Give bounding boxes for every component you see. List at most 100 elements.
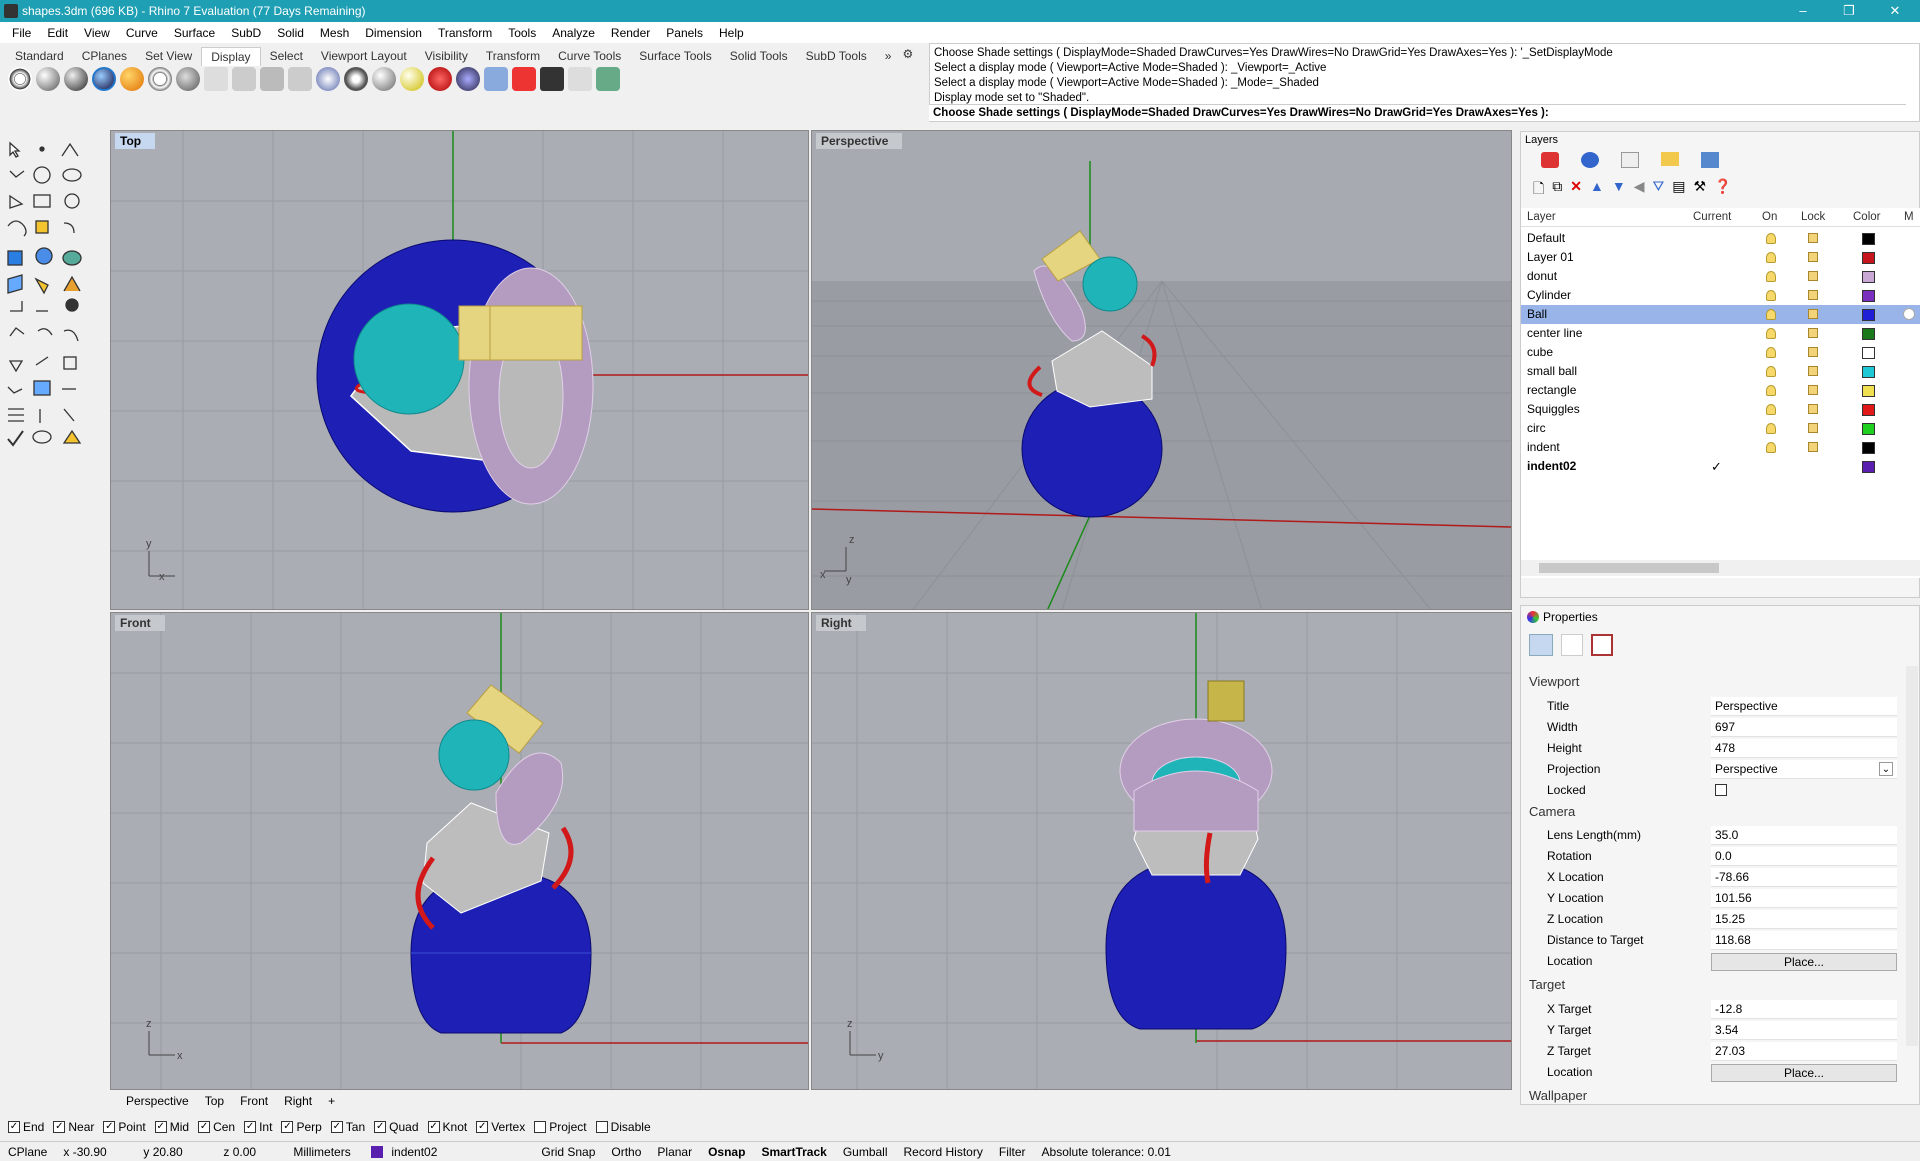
viewport-tab-perspective[interactable]: Perspective bbox=[118, 1094, 197, 1108]
col-current[interactable]: Current bbox=[1693, 211, 1731, 223]
checkbox-icon[interactable]: ✓ bbox=[53, 1121, 66, 1133]
z-target-field[interactable]: 27.03 bbox=[1711, 1042, 1897, 1061]
current-layer-swatch[interactable] bbox=[371, 1145, 384, 1158]
height-field[interactable]: 478 bbox=[1711, 739, 1897, 758]
checkbox-icon[interactable]: ✓ bbox=[103, 1121, 116, 1133]
layers-tab-icon[interactable] bbox=[1541, 152, 1559, 168]
environment-icon[interactable] bbox=[456, 67, 480, 91]
menu-mesh[interactable]: Mesh bbox=[312, 26, 357, 40]
box-icon[interactable] bbox=[568, 67, 592, 91]
delete-display-icon[interactable] bbox=[512, 67, 536, 91]
viewport-title-top[interactable]: Top bbox=[115, 133, 156, 149]
zebra-icon[interactable] bbox=[372, 67, 396, 91]
x-target-field[interactable]: -12.8 bbox=[1711, 1000, 1897, 1019]
layer-row[interactable]: indent bbox=[1521, 438, 1920, 457]
folder-icon[interactable] bbox=[1661, 152, 1679, 166]
checkbox-icon[interactable]: ✓ bbox=[330, 1121, 343, 1133]
lightbulb-icon[interactable] bbox=[1766, 233, 1776, 244]
menu-view[interactable]: View bbox=[76, 26, 118, 40]
checkbox-icon[interactable]: ✓ bbox=[8, 1121, 20, 1133]
section-icon[interactable] bbox=[428, 67, 452, 91]
lightbulb-icon[interactable] bbox=[1766, 366, 1776, 377]
artistic-display-icon[interactable] bbox=[176, 67, 200, 91]
lightbulb-icon[interactable] bbox=[1766, 290, 1776, 301]
tab-cplanes[interactable]: CPlanes bbox=[73, 47, 136, 66]
lightbulb-icon[interactable] bbox=[1766, 404, 1776, 415]
layer-row[interactable]: center line bbox=[1521, 324, 1920, 343]
close-button[interactable]: ✕ bbox=[1872, 0, 1918, 22]
checkbox-icon[interactable]: ✓ bbox=[476, 1121, 489, 1133]
viewport-title-front[interactable]: Front bbox=[115, 615, 165, 631]
checkbox-icon[interactable]: ✓ bbox=[427, 1121, 440, 1133]
planar-toggle[interactable]: Planar bbox=[649, 1145, 700, 1159]
ghosted-display-icon[interactable] bbox=[92, 67, 116, 91]
tab-standard[interactable]: Standard bbox=[6, 47, 73, 66]
units-indicator[interactable]: Millimeters bbox=[285, 1145, 365, 1159]
lock-icon[interactable] bbox=[1808, 290, 1818, 300]
layer-row[interactable]: small ball bbox=[1521, 362, 1920, 381]
tab-visibility[interactable]: Visibility bbox=[416, 47, 477, 66]
layer-color-swatch[interactable] bbox=[1862, 233, 1875, 245]
menu-dimension[interactable]: Dimension bbox=[357, 26, 430, 40]
osnap-toggle[interactable]: Osnap bbox=[700, 1145, 753, 1159]
lock-icon[interactable] bbox=[1808, 309, 1818, 319]
menu-help[interactable]: Help bbox=[711, 26, 752, 40]
layer-row[interactable]: donut bbox=[1521, 267, 1920, 286]
move-down-icon[interactable]: ▼ bbox=[1612, 178, 1626, 202]
layer-row[interactable]: rectangle bbox=[1521, 381, 1920, 400]
layer-row[interactable]: indent02 ✓ bbox=[1521, 457, 1920, 476]
lock-icon[interactable] bbox=[1808, 442, 1818, 452]
lock-icon[interactable] bbox=[1808, 423, 1818, 433]
col-lock[interactable]: Lock bbox=[1801, 211, 1825, 223]
layer-color-swatch[interactable] bbox=[1862, 328, 1875, 340]
osnap-point[interactable]: ✓ Point bbox=[103, 1120, 146, 1134]
y-location-field[interactable]: 101.56 bbox=[1711, 889, 1897, 908]
menu-edit[interactable]: Edit bbox=[39, 26, 76, 40]
lightbulb-icon[interactable] bbox=[1766, 385, 1776, 396]
osnap-quad[interactable]: ✓ Quad bbox=[374, 1120, 419, 1134]
viewport-title-right[interactable]: Right bbox=[816, 615, 866, 631]
col-material[interactable]: M bbox=[1904, 211, 1914, 223]
tab-select[interactable]: Select bbox=[261, 47, 312, 66]
col-on[interactable]: On bbox=[1762, 211, 1777, 223]
help-icon[interactable]: ❓ bbox=[1714, 178, 1731, 202]
current-layer-check-icon[interactable]: ✓ bbox=[1711, 457, 1722, 476]
osnap-mid[interactable]: ✓ Mid bbox=[154, 1120, 189, 1134]
viewport-top[interactable]: x y Top bbox=[110, 130, 809, 610]
arctic-display-icon[interactable] bbox=[232, 67, 256, 91]
tabs-overflow-button[interactable]: » bbox=[876, 47, 901, 66]
restore-button[interactable]: ❐ bbox=[1826, 0, 1872, 22]
toggle-shade-icon[interactable] bbox=[288, 67, 312, 91]
layer-color-swatch[interactable] bbox=[1862, 366, 1875, 378]
tab-subd-tools[interactable]: SubD Tools bbox=[797, 47, 876, 66]
move-left-icon[interactable]: ◀ bbox=[1634, 178, 1645, 202]
checkbox-icon[interactable]: ✓ bbox=[154, 1121, 167, 1133]
settings-display-icon[interactable] bbox=[596, 67, 620, 91]
layer-row[interactable]: Default bbox=[1521, 229, 1920, 248]
menu-transform[interactable]: Transform bbox=[430, 26, 500, 40]
viewport-right[interactable]: z y Right bbox=[811, 612, 1512, 1090]
z-location-field[interactable]: 15.25 bbox=[1711, 910, 1897, 929]
osnap-cen[interactable]: ✓ Cen bbox=[198, 1120, 235, 1134]
grid-snap-toggle[interactable]: Grid Snap bbox=[533, 1145, 603, 1159]
viewport-title-perspective[interactable]: Perspective bbox=[816, 133, 903, 149]
osnap-vertex[interactable]: ✓ Vertex bbox=[476, 1120, 525, 1134]
current-layer-indicator[interactable]: indent02 bbox=[383, 1145, 533, 1159]
shaded-display-icon[interactable] bbox=[36, 67, 60, 91]
tools-icon[interactable]: ⚒ bbox=[1694, 178, 1707, 202]
menu-file[interactable]: File bbox=[4, 26, 39, 40]
layer-color-swatch[interactable] bbox=[1862, 290, 1875, 302]
gumball-toggle[interactable]: Gumball bbox=[835, 1145, 896, 1159]
tab-curve-tools[interactable]: Curve Tools bbox=[549, 47, 630, 66]
menu-render[interactable]: Render bbox=[603, 26, 658, 40]
delete-layer-icon[interactable]: ✕ bbox=[1570, 178, 1582, 202]
lightbulb-icon[interactable] bbox=[1766, 309, 1776, 320]
tab-display[interactable]: Display bbox=[201, 47, 261, 66]
isocurve-icon[interactable] bbox=[316, 67, 340, 91]
scrollbar-thumb[interactable] bbox=[1539, 563, 1719, 573]
layer-color-swatch[interactable] bbox=[1862, 309, 1875, 321]
osnap-near[interactable]: ✓ Near bbox=[53, 1120, 94, 1134]
osnap-perp[interactable]: ✓ Perp bbox=[281, 1120, 322, 1134]
osnap-project[interactable]: Project bbox=[534, 1120, 587, 1134]
lock-icon[interactable] bbox=[1808, 271, 1818, 281]
